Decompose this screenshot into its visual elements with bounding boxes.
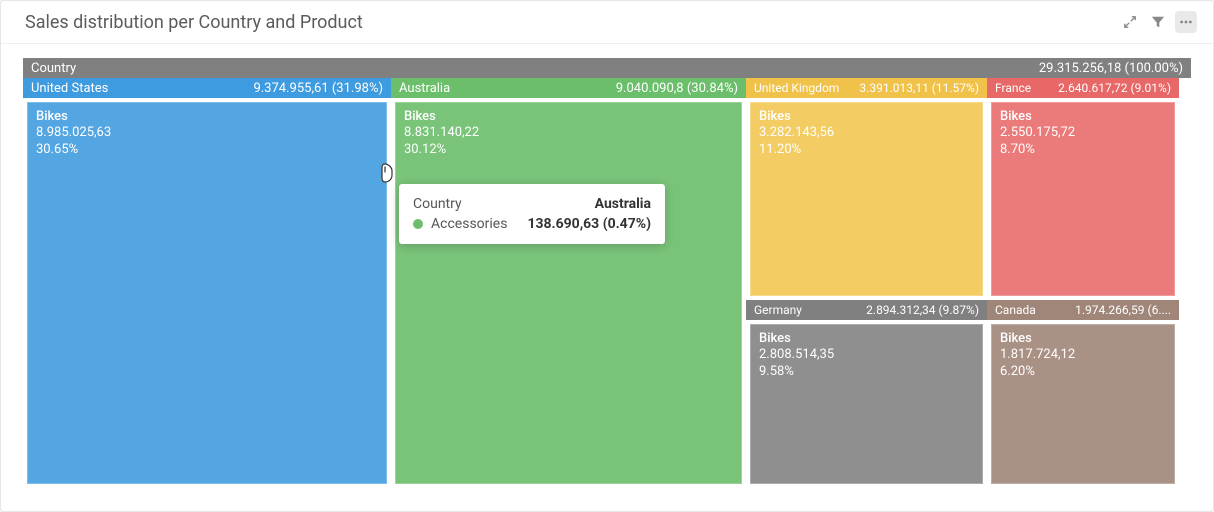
country-body-us: Bikes 8.985.025,63 30.65% (23, 98, 391, 488)
country-value: 2.640.617,72 (9.01%) (1058, 81, 1171, 95)
root-label: Country (31, 61, 76, 76)
product-value: 8.985.025,63 (36, 125, 378, 141)
country-header-au[interactable]: Australia 9.040.090,8 (30.84%) (391, 78, 746, 98)
country-group-fr[interactable]: France 2.640.617,72 (9.01%) Bikes 2.550.… (987, 78, 1179, 300)
product-value: 8.831.140,22 (404, 125, 733, 141)
product-name: Bikes (404, 109, 733, 125)
product-name: Bikes (1000, 109, 1166, 125)
product-name: Bikes (36, 109, 378, 125)
product-value: 2.550.175,72 (1000, 125, 1166, 141)
product-pct: 11.20% (759, 142, 974, 158)
country-name: France (995, 81, 1031, 95)
product-value: 2.808.514,35 (759, 347, 974, 363)
filter-icon (1151, 15, 1165, 29)
country-name: Canada (995, 303, 1036, 317)
card-header: Sales distribution per Country and Produ… (1, 1, 1213, 44)
treemap: Country 29.315.256,18 (100.00%) United S… (23, 58, 1191, 489)
product-cell-fr-bikes[interactable]: Bikes 2.550.175,72 8.70% (991, 102, 1175, 296)
tooltip-row-measure: Accessories 138.690,63 (0.47%) (413, 214, 651, 234)
chart-area[interactable]: Country 29.315.256,18 (100.00%) United S… (1, 44, 1213, 511)
product-pct: 6.20% (1000, 364, 1166, 380)
country-name: Germany (754, 303, 802, 317)
product-cell-uk-bikes[interactable]: Bikes 3.282.143,56 11.20% (750, 102, 983, 296)
country-group-us[interactable]: United States 9.374.955,61 (31.98%) Bike… (23, 78, 391, 488)
filter-button[interactable] (1147, 11, 1169, 33)
country-value: 2.894.312,34 (9.87%) (866, 303, 979, 317)
product-value: 3.282.143,56 (759, 125, 974, 141)
product-cell-us-bikes[interactable]: Bikes 8.985.025,63 30.65% (27, 102, 387, 484)
country-header-uk[interactable]: United Kingdom 3.391.013,11 (11.57%) (746, 78, 987, 98)
tooltip-dim-label: Country (413, 196, 462, 212)
country-header-fr[interactable]: France 2.640.617,72 (9.01%) (987, 78, 1179, 98)
card-title: Sales distribution per Country and Produ… (25, 12, 363, 33)
country-body-uk: Bikes 3.282.143,56 11.20% (746, 98, 987, 300)
product-name: Bikes (759, 331, 974, 347)
country-value: 9.040.090,8 (30.84%) (616, 81, 738, 96)
product-pct: 9.58% (759, 364, 974, 380)
country-group-de[interactable]: Germany 2.894.312,34 (9.87%) Bikes 2.808… (746, 300, 987, 488)
product-name: Bikes (1000, 331, 1166, 347)
country-name: Australia (399, 81, 450, 96)
country-header-de[interactable]: Germany 2.894.312,34 (9.87%) (746, 300, 987, 320)
country-value: 3.391.013,11 (11.57%) (859, 81, 979, 95)
country-body-ca: Bikes 1.817.724,12 6.20% (987, 320, 1179, 488)
more-icon (1179, 15, 1193, 29)
product-name: Bikes (759, 109, 974, 125)
product-value: 1.817.724,12 (1000, 347, 1166, 363)
tooltip-product-label: Accessories (431, 216, 507, 232)
country-value: 1.974.266,59 (6.... (1075, 303, 1171, 317)
country-name: United States (31, 81, 108, 96)
treemap-root-header[interactable]: Country 29.315.256,18 (100.00%) (23, 58, 1191, 78)
product-pct: 30.65% (36, 142, 378, 158)
product-pct: 8.70% (1000, 142, 1166, 158)
product-cell-de-bikes[interactable]: Bikes 2.808.514,35 9.58% (750, 324, 983, 484)
tooltip: Country Australia Accessories 138.690,63… (399, 184, 665, 244)
country-value: 9.374.955,61 (31.98%) (253, 81, 383, 96)
tooltip-product-value: 138.690,63 (0.47%) (527, 216, 651, 232)
country-header-us[interactable]: United States 9.374.955,61 (31.98%) (23, 78, 391, 98)
country-body-au: Bikes 8.831.140,22 30.12% (391, 98, 746, 488)
country-body-de: Bikes 2.808.514,35 9.58% (746, 320, 987, 488)
country-header-ca[interactable]: Canada 1.974.266,59 (6.... (987, 300, 1179, 320)
expand-button[interactable] (1119, 11, 1141, 33)
country-body-fr: Bikes 2.550.175,72 8.70% (987, 98, 1179, 300)
expand-icon (1123, 15, 1137, 29)
country-group-ca[interactable]: Canada 1.974.266,59 (6.... Bikes 1.817.7… (987, 300, 1179, 488)
card-actions (1119, 11, 1197, 33)
chart-card: Sales distribution per Country and Produ… (0, 0, 1214, 512)
tooltip-dim-value: Australia (595, 196, 651, 212)
product-cell-ca-bikes[interactable]: Bikes 1.817.724,12 6.20% (991, 324, 1175, 484)
country-group-uk[interactable]: United Kingdom 3.391.013,11 (11.57%) Bik… (746, 78, 987, 300)
root-total: 29.315.256,18 (100.00%) (1039, 61, 1183, 76)
tooltip-row-dimension: Country Australia (413, 194, 651, 214)
country-group-au[interactable]: Australia 9.040.090,8 (30.84%) Bikes 8.8… (391, 78, 746, 488)
more-button[interactable] (1175, 11, 1197, 33)
product-cell-au-bikes[interactable]: Bikes 8.831.140,22 30.12% (395, 102, 742, 484)
country-name: United Kingdom (754, 81, 839, 95)
tooltip-color-dot (413, 219, 423, 229)
product-pct: 30.12% (404, 142, 733, 158)
